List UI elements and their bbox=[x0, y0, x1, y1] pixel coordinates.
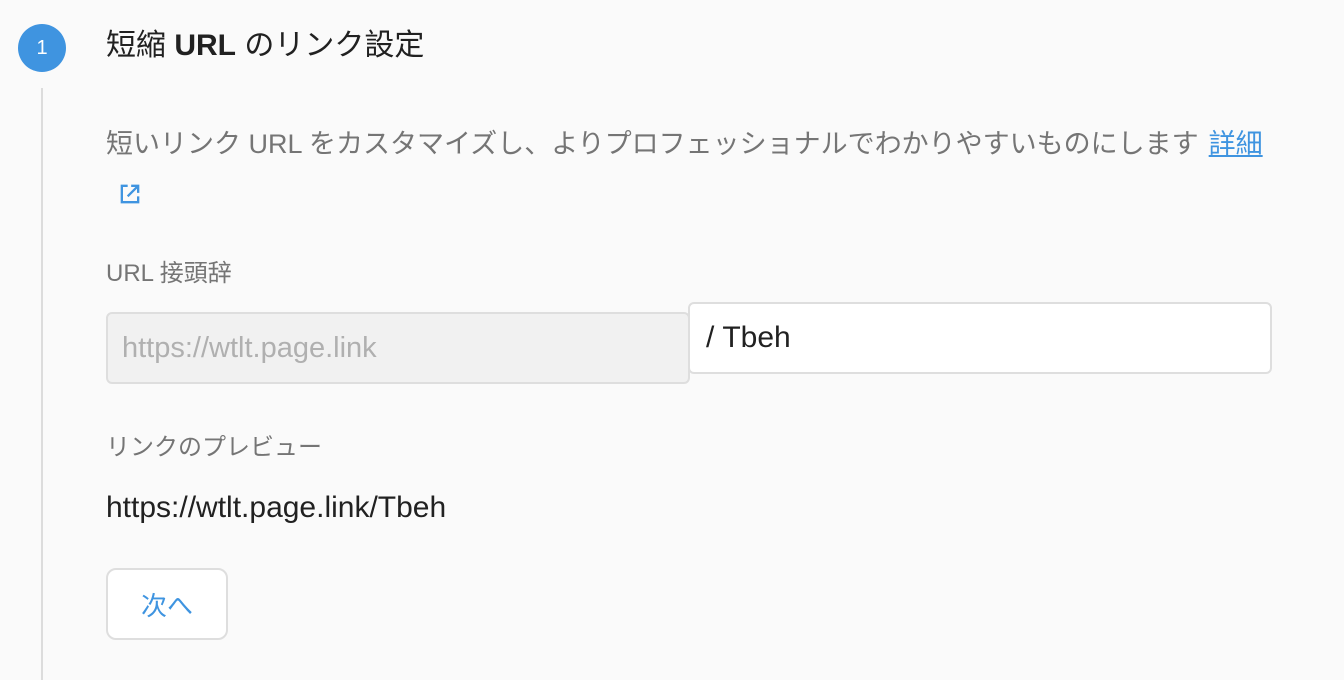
description-text: 短いリンク URL をカスタマイズし、よりプロフェッショナルでわかりやすいものに… bbox=[106, 129, 1199, 159]
url-prefix-input bbox=[106, 312, 690, 384]
step-number-badge: 1 bbox=[18, 24, 66, 72]
step-connector-line bbox=[41, 88, 43, 680]
url-separator: / bbox=[706, 321, 715, 354]
url-prefix-label: URL 接頭辞 bbox=[106, 260, 232, 287]
step-title: 短縮 URL のリンク設定 bbox=[106, 26, 424, 66]
url-settings-page: 1 短縮 URL のリンク設定 短いリンク URL をカスタマイズし、よりプロフ… bbox=[0, 0, 1344, 680]
open-in-new-icon[interactable] bbox=[116, 180, 144, 208]
step-title-bold: URL bbox=[174, 29, 236, 62]
description: 短いリンク URL をカスタマイズし、よりプロフェッショナルでわかりやすいものに… bbox=[106, 124, 1306, 164]
next-button[interactable]: 次へ bbox=[106, 568, 228, 640]
step-title-suffix: のリンク設定 bbox=[244, 29, 425, 62]
link-preview-url: https://wtlt.page.link/Tbeh bbox=[106, 491, 447, 524]
link-preview-label: リンクのプレビュー bbox=[106, 434, 322, 461]
details-link[interactable]: 詳細 bbox=[1209, 129, 1263, 159]
url-suffix-field[interactable]: / bbox=[688, 302, 1272, 374]
url-suffix-input[interactable] bbox=[722, 304, 1254, 372]
step-title-prefix: 短縮 bbox=[106, 29, 166, 62]
